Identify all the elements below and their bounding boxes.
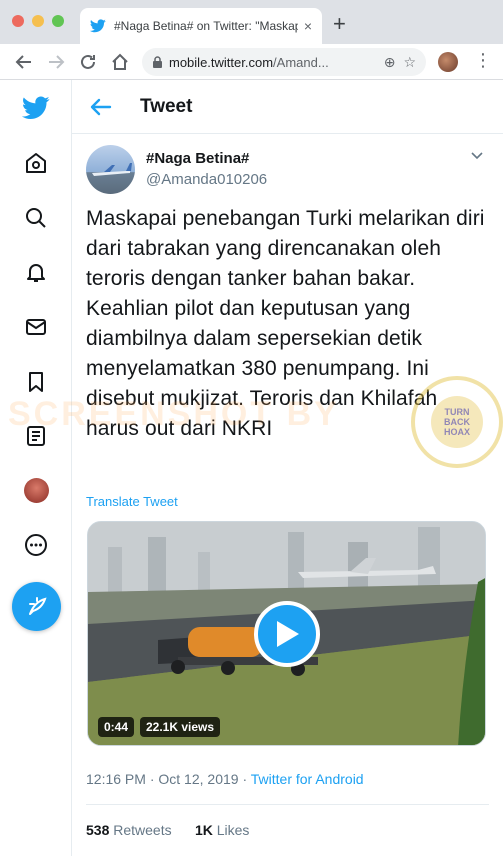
home-button[interactable] [108,50,132,74]
add-circle-icon[interactable]: ⊕ [384,54,396,71]
retweets-stat[interactable]: 538 Retweets [86,822,172,838]
browser-toolbar: mobile.twitter.com/Amand... ⊕ ☆ ⋮ [0,44,503,80]
profile-avatar-button[interactable] [438,52,458,72]
stamp-line: HOAX [443,427,470,437]
reload-button[interactable] [76,50,100,74]
sidebar-item-messages[interactable] [22,313,50,341]
forward-button[interactable] [44,50,68,74]
bookmark-icon [29,372,43,392]
zoom-window-button[interactable] [52,15,64,27]
close-window-button[interactable] [12,15,24,27]
sidebar-item-more[interactable] [22,531,50,559]
likes-label: Likes [216,822,250,838]
stamp-line: TURN [444,407,470,417]
separator-dot: · [242,771,251,787]
sidebar-item-notifications[interactable] [22,258,50,286]
tab-title: #Naga Betina# on Twitter: "Maskapai [114,19,298,33]
video-duration: 0:44 [98,717,135,737]
home-icon [112,53,128,70]
url-path: /Amand... [273,54,329,70]
home-icon [26,153,46,173]
airplane-photo-image [92,163,132,176]
bell-icon [27,264,45,282]
star-icon[interactable]: ☆ [403,54,416,71]
tweet-detail: Tweet #Naga Betina# @Amanda010206 Maskap… [72,80,503,856]
watermark-stamp: TURN BACK HOAX [411,376,503,468]
stamp-line: BACK [444,417,470,427]
author-avatar[interactable] [86,145,135,194]
feather-icon [28,596,47,615]
address-bar[interactable]: mobile.twitter.com/Amand... ⊕ ☆ [142,48,426,76]
sidebar-profile-avatar[interactable] [24,478,49,503]
window-controls [12,15,64,27]
divider [86,804,489,805]
likes-count: 1K [194,822,213,838]
arrow-left-icon [15,55,31,69]
tweet-timestamp: 12:16 PM · Oct 12, 2019 · Twitter for An… [86,771,364,787]
author-handle[interactable]: @Amanda010206 [146,171,267,188]
translate-tweet-link[interactable]: Translate Tweet [86,494,178,509]
twitter-sidebar [0,80,72,856]
back-arrow-icon[interactable] [88,94,114,120]
twitter-bird-icon [90,19,106,33]
twitter-logo[interactable] [22,94,50,122]
watermark-text: SCREENSHOT BY [8,395,340,433]
more-icon [25,534,47,556]
sidebar-item-home[interactable] [22,149,50,177]
retweets-count: 538 [86,822,110,838]
compose-tweet-button[interactable] [12,582,61,631]
browser-tab[interactable]: #Naga Betina# on Twitter: "Maskapai × [80,8,322,44]
chevron-down-icon[interactable] [470,148,484,162]
lock-icon [153,55,162,68]
url-text: mobile.twitter.com/Amand... [169,55,376,70]
play-icon [277,621,299,647]
envelope-icon [26,319,46,335]
minimize-window-button[interactable] [32,15,44,27]
menu-kebab-icon[interactable]: ⋮ [474,50,492,71]
twitter-bird-icon [22,96,50,119]
tweet-source-link[interactable]: Twitter for Android [251,771,364,787]
likes-stat[interactable]: 1K Likes [195,822,249,838]
sidebar-item-bookmarks[interactable] [22,368,50,396]
arrow-right-icon [49,55,65,69]
back-button[interactable] [12,50,36,74]
tweet-header: Tweet [72,80,503,134]
tweet-stats: 538 Retweets 1K Likes [86,822,249,838]
tweet-date[interactable]: Oct 12, 2019 [158,771,238,787]
play-button[interactable] [254,601,320,667]
author-name[interactable]: #Naga Betina# [146,150,249,167]
retweets-label: Retweets [113,822,172,838]
tweet-time[interactable]: 12:16 PM [86,771,146,787]
page-title: Tweet [140,96,193,117]
reload-icon [81,54,95,69]
browser-tab-bar: #Naga Betina# on Twitter: "Maskapai × + [0,0,503,44]
new-tab-button[interactable]: + [333,11,346,37]
url-host: mobile.twitter.com [169,54,274,70]
video-player[interactable]: 0:44 22.1K views [87,521,486,746]
stamp-seal: TURN BACK HOAX [431,396,483,448]
sidebar-item-explore[interactable] [22,204,50,232]
tab-close-icon[interactable]: × [304,18,312,34]
search-icon [26,208,46,228]
video-views: 22.1K views [140,717,221,737]
